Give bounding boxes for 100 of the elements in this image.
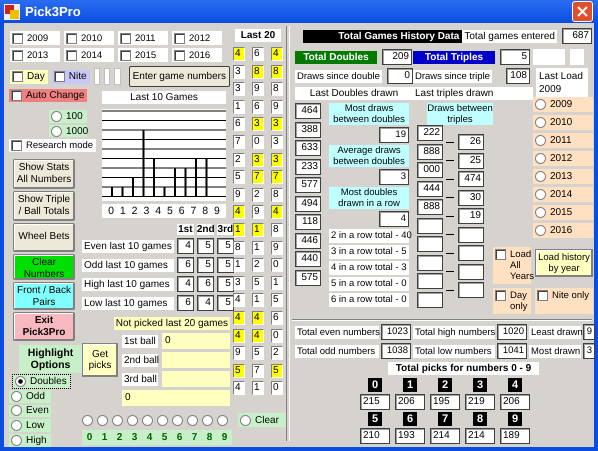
stat-field[interactable]: 4 — [196, 295, 214, 311]
pick-count-field[interactable]: 215 — [360, 394, 390, 410]
gap-field[interactable]: 474 — [458, 171, 484, 187]
digit-radio[interactable] — [172, 414, 183, 426]
pick-count-field[interactable]: 189 — [500, 428, 530, 444]
highlight-radio[interactable]: Odd — [9, 390, 51, 403]
load-year-radio[interactable]: 2009 — [533, 97, 593, 112]
digit-radio[interactable] — [82, 414, 93, 426]
stat-field[interactable]: 5 — [216, 295, 234, 311]
close-button[interactable] — [572, 1, 593, 22]
empty-field[interactable] — [417, 292, 443, 308]
draws-since-field[interactable]: 108 — [506, 68, 530, 84]
stat-field[interactable]: 4 — [379, 211, 409, 227]
empty-field[interactable] — [417, 236, 443, 252]
double-field[interactable]: 577 — [295, 177, 321, 193]
digit-radio[interactable] — [112, 414, 123, 426]
range-radio[interactable]: 100 — [49, 110, 87, 123]
digit-radio[interactable] — [202, 414, 213, 426]
load-year-radio[interactable]: 2011 — [533, 133, 593, 148]
year-checkbox[interactable]: 2012 — [172, 31, 222, 45]
year-checkbox[interactable]: 2015 — [118, 48, 168, 62]
year-checkbox[interactable]: 2009 — [10, 31, 60, 45]
digit-radio[interactable] — [142, 414, 153, 426]
empty-field[interactable] — [458, 226, 484, 242]
picks-field[interactable]: 0 — [122, 390, 230, 406]
load-year-radio[interactable]: 2010 — [533, 115, 593, 130]
session-checkbox[interactable]: Day — [10, 70, 48, 84]
total-doubles-field[interactable]: 209 — [382, 49, 412, 65]
empty-field[interactable] — [458, 264, 484, 280]
double-field[interactable]: 446 — [295, 232, 321, 248]
highlight-radio[interactable]: Doubles — [13, 374, 70, 388]
ball-field[interactable] — [162, 352, 230, 368]
empty-field[interactable] — [458, 282, 484, 298]
action-button[interactable]: Show Triple / Ball Totals — [13, 191, 75, 221]
stat-field[interactable]: 5 — [216, 238, 234, 254]
triple-field[interactable]: 888 — [417, 199, 443, 215]
nite-only-checkbox[interactable]: Nite only — [535, 288, 593, 314]
empty-field[interactable] — [417, 254, 443, 270]
total-field[interactable]: 1020 — [497, 324, 527, 340]
digit-radio[interactable] — [127, 414, 138, 426]
research-mode-checkbox[interactable]: Research mode — [9, 139, 96, 152]
digit-radio[interactable] — [97, 414, 108, 426]
double-field[interactable]: 388 — [295, 122, 321, 138]
highlight-radio[interactable]: High — [9, 434, 51, 447]
double-field[interactable]: 633 — [295, 140, 321, 156]
highlight-radio[interactable]: Even — [9, 404, 51, 418]
empty-field[interactable] — [417, 218, 443, 234]
total-field[interactable]: 1023 — [381, 324, 411, 340]
pick-count-field[interactable]: 206 — [500, 394, 530, 410]
stat-field[interactable]: 4 — [176, 276, 194, 292]
pick-count-field[interactable]: 195 — [430, 394, 460, 410]
double-field[interactable]: 575 — [295, 270, 321, 286]
triple-field[interactable]: 000 — [417, 162, 443, 178]
blank-field[interactable] — [104, 68, 110, 85]
load-year-radio[interactable]: 2013 — [533, 169, 593, 184]
year-checkbox[interactable]: 2011 — [118, 31, 168, 45]
pick-count-field[interactable]: 214 — [465, 428, 495, 444]
games-entered-field[interactable]: 687 — [562, 28, 592, 44]
stat-field[interactable]: 5 — [196, 238, 214, 254]
action-button[interactable]: Exit Pick3Pro — [13, 312, 75, 341]
double-field[interactable]: 233 — [295, 158, 321, 174]
load-history-button[interactable]: Load history by year — [535, 249, 593, 277]
stat-field[interactable]: 6 — [196, 276, 214, 292]
double-field[interactable]: 464 — [295, 103, 321, 119]
stat-field[interactable]: 5 — [216, 257, 234, 273]
blank-field[interactable] — [114, 68, 121, 85]
year-checkbox[interactable]: 2013 — [10, 48, 60, 62]
day-only-checkbox[interactable]: Day only — [493, 288, 531, 314]
clear-radio[interactable]: Clear — [238, 413, 286, 427]
gap-field[interactable]: 25 — [458, 152, 484, 168]
year-checkbox[interactable]: 2016 — [172, 48, 222, 62]
ball-field[interactable]: 0 — [162, 333, 230, 349]
auto-change-checkbox[interactable]: Auto Change — [9, 89, 88, 102]
triple-field[interactable]: 888 — [417, 144, 443, 160]
total-field[interactable]: 1041 — [497, 343, 527, 359]
action-button[interactable]: Clear Numbers — [13, 254, 75, 280]
gap-field[interactable]: 26 — [458, 134, 484, 150]
highlight-radio[interactable]: Low — [9, 419, 51, 432]
session-checkbox[interactable]: Nite — [52, 70, 90, 84]
get-picks-button[interactable]: Get picks — [82, 343, 118, 377]
digit-radio[interactable] — [187, 414, 198, 426]
gap-field[interactable]: 19 — [458, 208, 484, 224]
stat-field[interactable]: 6 — [176, 257, 194, 273]
draws-since-field[interactable]: 0 — [386, 68, 413, 84]
stat-field[interactable]: 5 — [216, 276, 234, 292]
double-field[interactable]: 440 — [295, 251, 321, 267]
ball-field[interactable] — [162, 371, 230, 387]
load-year-radio[interactable]: 2016 — [533, 223, 593, 238]
pick-count-field[interactable]: 210 — [360, 428, 390, 444]
total-field[interactable]: 3 — [583, 343, 595, 359]
load-year-radio[interactable]: 2015 — [533, 205, 593, 220]
total-field[interactable]: 1038 — [381, 343, 411, 359]
pick-count-field[interactable]: 193 — [395, 428, 425, 444]
load-year-radio[interactable]: 2014 — [533, 187, 593, 202]
stat-field[interactable]: 4 — [176, 238, 194, 254]
triple-field[interactable]: 444 — [417, 180, 443, 196]
load-year-radio[interactable]: 2012 — [533, 151, 593, 166]
stat-field[interactable]: 3 — [379, 169, 409, 185]
enter-game-numbers-button[interactable]: Enter game numbers — [128, 66, 230, 87]
triple-field[interactable]: 222 — [417, 125, 443, 141]
